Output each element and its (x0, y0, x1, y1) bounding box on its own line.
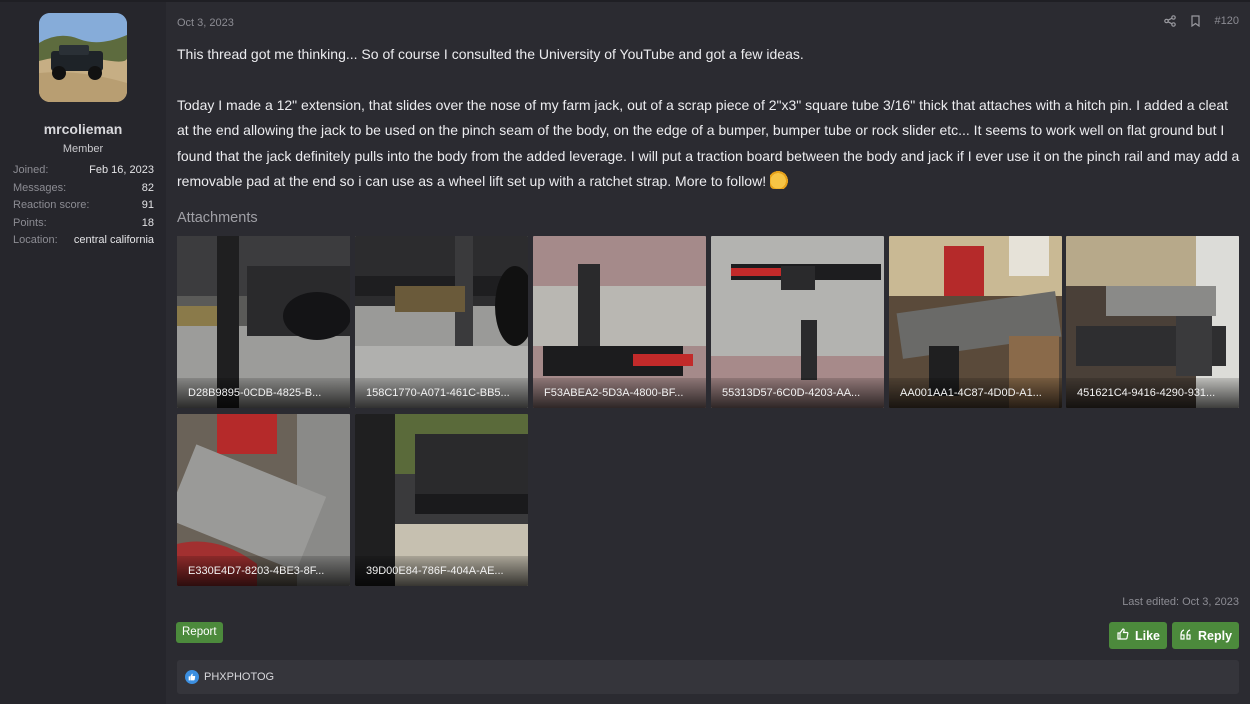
share-icon[interactable] (1163, 15, 1176, 27)
attachment-name: E330E4D7-8203-4BE3-8F... (177, 556, 350, 586)
post-date[interactable]: Oct 3, 2023 (177, 17, 234, 29)
avatar[interactable] (39, 13, 127, 102)
attachment-name: 158C1770-A071-461C-BB5... (355, 378, 528, 408)
attachment-thumb[interactable]: 39D00E84-786F-404A-AE... (355, 414, 528, 586)
user-title: Member (62, 143, 104, 155)
like-label: Like (1135, 628, 1161, 643)
attachment-name: 451621C4-9416-4290-931... (1066, 378, 1239, 408)
post-body: This thread got me thinking... So of cou… (177, 42, 1242, 195)
username[interactable]: mrcolieman (0, 121, 166, 137)
stat-label: Reaction score: (13, 199, 90, 211)
attachment-thumb[interactable]: 55313D57-6C0D-4203-AA... (711, 236, 884, 408)
stat-value: Feb 16, 2023 (89, 164, 154, 176)
post-paragraph-2: Today I made a 12" extension, that slide… (177, 93, 1242, 195)
stat-value: central california (73, 234, 154, 246)
attachment-name: AA001AA1-4C87-4D0D-A1... (889, 378, 1062, 408)
reactions-bar[interactable]: PHXPHOTOG (177, 660, 1239, 694)
attachment-name: 55313D57-6C0D-4203-AA... (711, 378, 884, 408)
user-stats: Joined: Feb 16, 2023 Messages: 82 Reacti… (13, 162, 154, 250)
attachment-thumb[interactable]: AA001AA1-4C87-4D0D-A1... (889, 236, 1062, 408)
attachment-thumb[interactable]: 158C1770-A071-461C-BB5... (355, 236, 528, 408)
attachment-name: D28B9895-0CDB-4825-B... (177, 378, 350, 408)
post-paragraph-text: Today I made a 12" extension, that slide… (177, 96, 1240, 190)
post-main: Oct 3, 2023 #120 This thread got me thin… (166, 2, 1250, 704)
post-actions: #120 (1163, 15, 1239, 27)
attachment-name: 39D00E84-786F-404A-AE... (355, 556, 528, 586)
stat-label: Points: (13, 216, 47, 229)
post-paragraph: This thread got me thinking... So of cou… (177, 46, 804, 62)
attachment-thumb[interactable]: D28B9895-0CDB-4825-B... (177, 236, 350, 408)
quote-icon (1180, 628, 1192, 643)
user-sidebar: mrcolieman Member Joined: Feb 16, 2023 M… (0, 2, 166, 704)
stat-label: Messages: (13, 181, 67, 194)
report-button[interactable]: Report (176, 622, 223, 643)
stat-joined: Joined: Feb 16, 2023 (13, 162, 154, 180)
bookmark-icon[interactable] (1190, 15, 1201, 27)
reply-label: Reply (1198, 628, 1233, 643)
stat-points: Points: 18 (13, 215, 154, 233)
stat-value: 91 (141, 199, 154, 211)
attachment-name: F53ABEA2-5D3A-4800-BF... (533, 378, 706, 408)
like-reaction-icon (185, 670, 199, 684)
last-edited: Last edited: Oct 3, 2023 (1122, 596, 1239, 608)
stat-label: Location: (13, 234, 58, 246)
stat-messages: Messages: 82 (13, 180, 154, 198)
stat-value[interactable]: 18 (142, 215, 154, 233)
reaction-users[interactable]: PHXPHOTOG (204, 671, 274, 683)
thumbs-up-icon (1117, 628, 1129, 643)
stat-label: Joined: (13, 164, 49, 176)
stat-location: Location: central california (13, 232, 154, 250)
stat-reaction-score: Reaction score: 91 (13, 197, 154, 215)
attachments-title: Attachments (177, 210, 258, 226)
thumbs-up-emoji-icon (769, 171, 788, 189)
attachment-thumb[interactable]: 451621C4-9416-4290-931... (1066, 236, 1239, 408)
attachment-thumb[interactable]: F53ABEA2-5D3A-4800-BF... (533, 236, 706, 408)
post-number[interactable]: #120 (1215, 15, 1239, 27)
attachment-thumb[interactable]: E330E4D7-8203-4BE3-8F... (177, 414, 350, 586)
like-button[interactable]: Like (1109, 622, 1167, 649)
stat-value[interactable]: 82 (142, 180, 154, 198)
reply-button[interactable]: Reply (1172, 622, 1239, 649)
